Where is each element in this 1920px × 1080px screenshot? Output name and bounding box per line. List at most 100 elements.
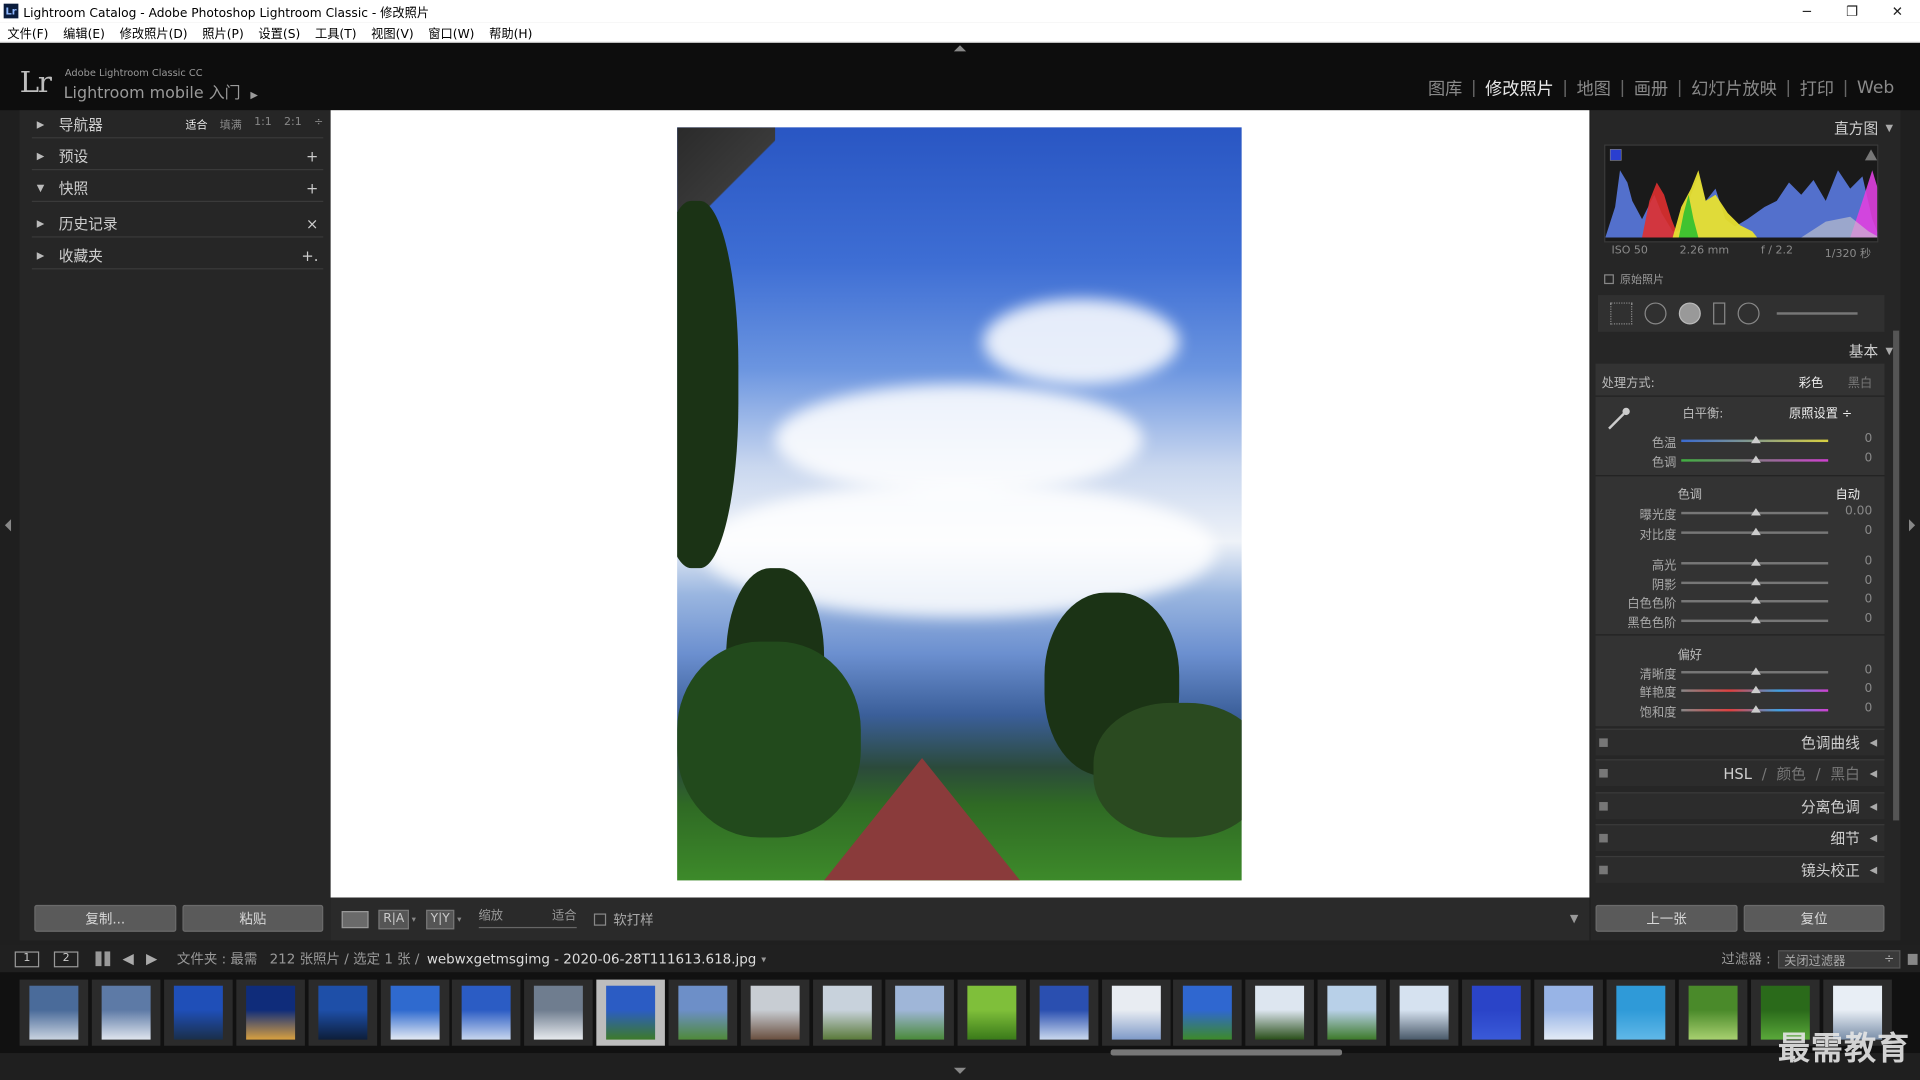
lens-corrections-panel-header[interactable]: 镜头校正 ◀: [1595, 855, 1885, 883]
zoom-2to1-option[interactable]: 2:1: [284, 116, 302, 132]
filmstrip-thumbnail[interactable]: [1173, 979, 1243, 1046]
exposure-slider-knob[interactable]: [1751, 508, 1761, 516]
highlights-slider-knob[interactable]: [1751, 558, 1761, 566]
toolbar-content-menu-icon[interactable]: ▼: [1570, 913, 1578, 925]
panel-switch[interactable]: [1599, 865, 1608, 875]
filter-dropdown[interactable]: 关闭过滤器 ÷: [1777, 949, 1901, 968]
temp-value[interactable]: 0: [1864, 432, 1872, 445]
menu-view[interactable]: 视图(V): [371, 23, 413, 41]
bottom-panel-toggle-icon[interactable]: [953, 1067, 967, 1074]
main-window-icon[interactable]: 1: [14, 950, 40, 967]
before-after-dropdown-icon[interactable]: ▾: [412, 914, 416, 924]
zoom-fit-option[interactable]: 适合: [185, 116, 207, 132]
panel-switch[interactable]: [1599, 768, 1608, 778]
filmstrip-thumbnail[interactable]: [235, 979, 305, 1046]
add-preset-icon[interactable]: +: [306, 148, 318, 165]
add-collection-icon[interactable]: +.: [301, 247, 318, 264]
filmstrip-thumbnail[interactable]: [1534, 979, 1603, 1046]
before-after-button[interactable]: R|A: [378, 909, 410, 929]
filmstrip-thumbnail[interactable]: [885, 979, 954, 1046]
reset-button[interactable]: 复位: [1743, 904, 1885, 932]
color-tab[interactable]: 颜色: [1776, 763, 1805, 784]
saturation-value[interactable]: 0: [1864, 702, 1872, 715]
contrast-slider-knob[interactable]: [1751, 527, 1761, 536]
vibrance-slider-row[interactable]: 鲜艳度 0: [1596, 682, 1885, 700]
grid-view-icon[interactable]: [95, 951, 111, 967]
tone-curve-panel-header[interactable]: 色调曲线 ◀: [1595, 728, 1885, 756]
white-balance-eyedropper-icon[interactable]: [1605, 405, 1632, 432]
vibrance-slider-knob[interactable]: [1751, 685, 1761, 694]
back-arrow-icon[interactable]: ◀: [122, 950, 133, 967]
histogram[interactable]: [1604, 144, 1879, 243]
shadows-slider-knob[interactable]: [1751, 577, 1761, 586]
filmstrip-thumbnail[interactable]: [1101, 979, 1171, 1046]
panel-switch[interactable]: [1599, 833, 1608, 843]
previous-button[interactable]: 上一张: [1595, 904, 1738, 932]
forward-arrow-icon[interactable]: ▶: [146, 950, 157, 967]
snapshots-panel-header[interactable]: ▼ 快照 +: [31, 175, 324, 203]
temp-slider-knob[interactable]: [1751, 435, 1761, 444]
blacks-value[interactable]: 0: [1864, 612, 1872, 625]
paste-settings-button[interactable]: 粘贴: [182, 904, 324, 932]
right-panel-scrollbar[interactable]: [1893, 330, 1900, 821]
zoom-more-icon[interactable]: ÷: [314, 116, 323, 132]
filmstrip-thumbnail[interactable]: [452, 979, 521, 1046]
filmstrip-thumbnail[interactable]: [1317, 979, 1387, 1046]
original-photo-checkbox[interactable]: [1604, 273, 1614, 284]
filmstrip-thumbnail[interactable]: [19, 979, 89, 1046]
module-book[interactable]: 画册: [1625, 76, 1676, 100]
soft-proofing-checkbox[interactable]: [593, 912, 606, 926]
original-photo-toggle[interactable]: 原始照片: [1604, 271, 1664, 287]
filmstrip-thumbnail[interactable]: [308, 979, 377, 1046]
exposure-slider-row[interactable]: 曝光度 0.00: [1596, 504, 1885, 522]
module-develop[interactable]: 修改照片: [1477, 76, 1563, 100]
collections-panel-header[interactable]: ▶ 收藏夹 +.: [31, 242, 324, 270]
zoom-control[interactable]: 缩放 适合: [478, 904, 577, 933]
hsl-panel-header[interactable]: HSL / 颜色 / 黑白 ◀: [1595, 759, 1885, 787]
filmstrip-thumbnail[interactable]: [524, 979, 594, 1046]
restore-button[interactable]: ❐: [1829, 0, 1874, 22]
filter-lock-icon[interactable]: [1907, 953, 1918, 965]
menu-file[interactable]: 文件(F): [7, 23, 48, 41]
secondary-window-icon[interactable]: 2: [53, 950, 79, 967]
highlights-slider-row[interactable]: 高光 0: [1596, 555, 1885, 573]
treatment-color-option[interactable]: 彩色: [1799, 372, 1823, 390]
menu-window[interactable]: 窗口(W): [428, 23, 474, 41]
filename-dropdown-icon[interactable]: ▾: [761, 953, 766, 964]
detail-panel-header[interactable]: 细节 ◀: [1595, 824, 1885, 852]
treatment-bw-option[interactable]: 黑白: [1848, 372, 1872, 390]
menu-photo[interactable]: 照片(P): [202, 23, 243, 41]
module-web[interactable]: Web: [1848, 78, 1903, 98]
shadows-slider-row[interactable]: 阴影 0: [1596, 574, 1885, 592]
hsl-tab[interactable]: HSL: [1723, 765, 1752, 782]
vibrance-value[interactable]: 0: [1864, 682, 1872, 695]
filmstrip-thumbnail[interactable]: [1389, 979, 1459, 1046]
menu-develop[interactable]: 修改照片(D): [120, 23, 188, 41]
menu-tools[interactable]: 工具(T): [315, 23, 357, 41]
filmstrip-thumbnail[interactable]: [1606, 979, 1675, 1046]
history-panel-header[interactable]: ▶ 历史记录 ×: [31, 211, 324, 238]
tint-slider-row[interactable]: 色调 0: [1596, 452, 1885, 470]
saturation-slider-knob[interactable]: [1751, 705, 1761, 713]
contrast-slider-row[interactable]: 对比度 0: [1596, 524, 1885, 542]
whites-value[interactable]: 0: [1864, 593, 1872, 606]
histogram-panel-header[interactable]: 直方图 ▼: [1834, 118, 1893, 139]
filmstrip-thumbnail[interactable]: [957, 979, 1026, 1046]
before-after-split-button[interactable]: Y|Y: [425, 909, 455, 929]
zoom-fill-option[interactable]: 填满: [220, 116, 242, 132]
navigator-panel-header[interactable]: ▶ 导航器 适合 填满 1:1 2:1 ÷: [31, 111, 323, 139]
temp-slider-row[interactable]: 色温 0: [1596, 432, 1885, 450]
radial-filter-icon[interactable]: [1737, 302, 1760, 325]
shadows-value[interactable]: 0: [1864, 574, 1872, 587]
clarity-slider-knob[interactable]: [1751, 667, 1761, 675]
filmstrip-thumbnail[interactable]: [91, 979, 161, 1046]
bw-tab[interactable]: 黑白: [1830, 763, 1859, 784]
filmstrip-thumbnail[interactable]: [668, 979, 738, 1046]
filmstrip-thumbnail[interactable]: [1678, 979, 1747, 1046]
split-toning-panel-header[interactable]: 分离色调 ◀: [1595, 792, 1885, 820]
split-dropdown-icon[interactable]: ▾: [457, 914, 461, 924]
tint-slider-knob[interactable]: [1751, 455, 1761, 463]
filmstrip-thumbnail[interactable]: [380, 979, 449, 1046]
menu-help[interactable]: 帮助(H): [489, 23, 532, 41]
whites-slider-knob[interactable]: [1751, 596, 1761, 604]
